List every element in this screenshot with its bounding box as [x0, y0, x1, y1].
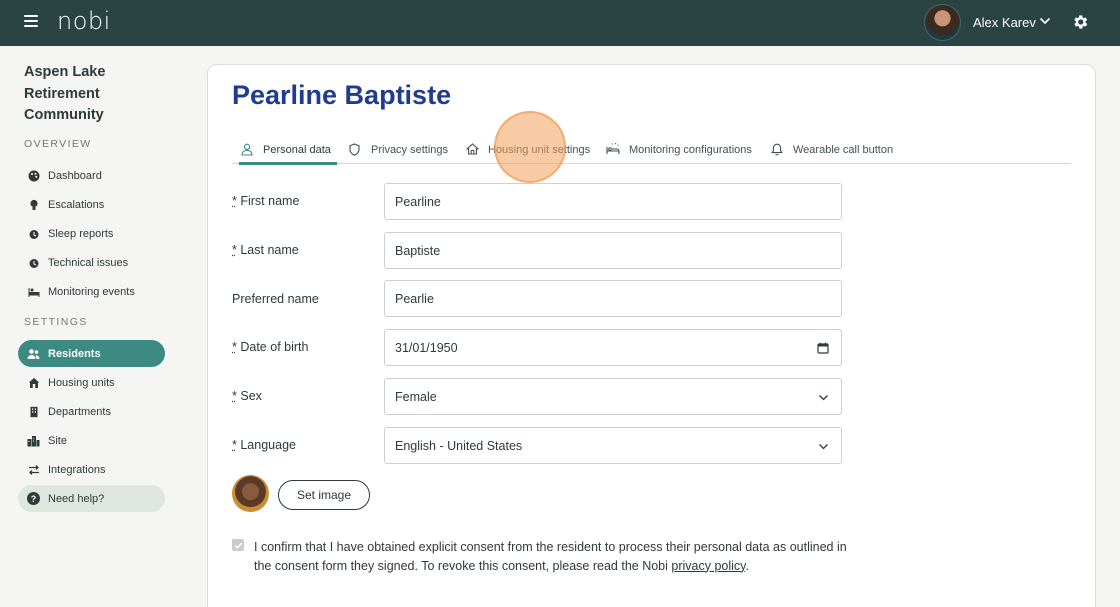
settings-section-label: SETTINGS	[24, 316, 88, 328]
palette-icon	[27, 169, 40, 182]
consent-suffix: .	[745, 558, 749, 573]
label-text: First name	[240, 194, 300, 208]
sex-label: * Sex	[232, 389, 262, 403]
sidebar-item-integrations[interactable]: Integrations	[18, 456, 165, 483]
consent-text: I confirm that I have obtained explicit …	[254, 538, 854, 575]
sidebar-item-residents[interactable]: Residents	[18, 340, 165, 367]
chevron-down-icon[interactable]	[1039, 15, 1051, 27]
tab-housing-unit-settings[interactable]: Housing unit settings	[466, 136, 590, 163]
first-name-label: * First name	[232, 194, 299, 208]
users-icon	[27, 347, 40, 360]
privacy-policy-link[interactable]: privacy policy	[671, 559, 745, 573]
sidebar-item-label: Technical issues	[48, 256, 129, 269]
sidebar-item-label: Sleep reports	[48, 227, 114, 240]
tab-label: Monitoring configurations	[629, 143, 752, 156]
preferred-name-label: Preferred name	[232, 292, 319, 306]
required-mark: *	[232, 389, 237, 403]
sex-value: Female	[395, 389, 437, 404]
question-icon: ?	[27, 492, 40, 505]
sidebar: Aspen Lake Retirement Community OVERVIEW…	[0, 46, 186, 607]
tab-label: Wearable call button	[793, 143, 894, 156]
language-select[interactable]: English - United States	[384, 427, 842, 464]
required-mark: *	[232, 340, 237, 354]
sidebar-item-label: Dashboard	[48, 169, 102, 182]
house-outline-icon	[466, 143, 479, 156]
chevron-down-icon	[816, 390, 830, 404]
bell-icon	[771, 143, 784, 156]
consent-checkbox[interactable]	[232, 539, 244, 551]
required-mark: *	[232, 194, 237, 208]
sidebar-item-technical-issues[interactable]: Technical issues	[18, 249, 165, 276]
first-name-field[interactable]	[384, 183, 842, 220]
sidebar-item-label: Housing units	[48, 376, 115, 389]
required-mark: *	[232, 438, 237, 452]
preferred-name-field[interactable]	[384, 280, 842, 317]
tab-personal-data[interactable]: Personal data	[239, 136, 337, 165]
last-name-label: * Last name	[232, 243, 299, 257]
lightbulb-icon	[27, 198, 40, 211]
house-icon	[27, 376, 40, 389]
building-icon	[27, 405, 40, 418]
sidebar-item-housing-units[interactable]: Housing units	[18, 369, 165, 396]
sidebar-item-escalations[interactable]: Escalations	[18, 191, 165, 218]
tab-label: Personal data	[263, 143, 331, 156]
sidebar-item-departments[interactable]: Departments	[18, 398, 165, 425]
checkmark-icon	[234, 541, 242, 549]
tab-privacy-settings[interactable]: Privacy settings	[349, 136, 448, 163]
sidebar-item-dashboard[interactable]: Dashboard	[18, 162, 165, 189]
shield-icon	[349, 143, 362, 156]
top-bar: nobi Alex Karev	[0, 0, 1120, 46]
date-of-birth-value: 31/01/1950	[395, 340, 458, 355]
person-icon	[241, 143, 254, 156]
label-text: Language	[240, 438, 296, 452]
menu-icon[interactable]	[24, 15, 38, 29]
tab-label: Privacy settings	[371, 143, 449, 156]
sidebar-item-site[interactable]: Site	[18, 427, 165, 454]
user-avatar[interactable]	[924, 4, 961, 41]
alarm-clock-icon	[27, 227, 40, 240]
date-of-birth-label: * Date of birth	[232, 340, 308, 354]
last-name-field[interactable]	[384, 232, 842, 269]
sidebar-item-label: Departments	[48, 405, 111, 418]
alarm-clock-icon	[27, 256, 40, 269]
sidebar-item-label: Integrations	[48, 463, 106, 476]
language-value: English - United States	[395, 438, 523, 453]
tab-bar: Personal data Privacy settings Housing u…	[232, 136, 1071, 165]
date-of-birth-field[interactable]: 31/01/1950	[384, 329, 842, 366]
required-mark: *	[232, 243, 237, 257]
label-text: Sex	[240, 389, 262, 403]
page-title: Pearline Baptiste	[232, 80, 452, 110]
sidebar-item-monitoring-events[interactable]: Monitoring events	[18, 278, 165, 305]
label-text: Last name	[240, 243, 299, 257]
consent-body: I confirm that I have obtained explicit …	[254, 540, 847, 573]
label-text: Date of birth	[240, 340, 309, 354]
tab-monitoring-configurations[interactable]: Monitoring configurations	[606, 136, 752, 163]
sidebar-item-label: Residents	[48, 347, 101, 360]
community-name: Aspen Lake Retirement Community	[24, 64, 106, 123]
need-help-label: Need help?	[48, 492, 105, 505]
sex-select[interactable]: Female	[384, 378, 842, 415]
sidebar-item-label: Escalations	[48, 198, 105, 211]
set-image-button[interactable]: Set image	[278, 480, 370, 510]
bed-alert-icon	[606, 143, 620, 156]
bed-person-icon	[27, 285, 40, 298]
arrows-exchange-icon	[27, 463, 40, 476]
overview-section-label: OVERVIEW	[24, 138, 92, 150]
tab-wearable-call-button[interactable]: Wearable call button	[771, 136, 893, 163]
app-logo[interactable]: nobi	[57, 7, 111, 35]
chevron-down-icon	[816, 439, 830, 453]
tab-label: Housing unit settings	[488, 143, 591, 156]
sidebar-item-sleep-reports[interactable]: Sleep reports	[18, 220, 165, 247]
need-help-button[interactable]: ? Need help?	[18, 485, 165, 512]
sidebar-item-label: Monitoring events	[48, 285, 135, 298]
resident-avatar	[232, 475, 269, 512]
calendar-icon[interactable]	[816, 341, 830, 355]
user-name[interactable]: Alex Karev	[973, 15, 1036, 30]
sidebar-item-label: Site	[48, 434, 67, 447]
city-icon	[27, 434, 40, 447]
language-label: * Language	[232, 438, 296, 452]
gear-icon[interactable]	[1071, 13, 1089, 31]
